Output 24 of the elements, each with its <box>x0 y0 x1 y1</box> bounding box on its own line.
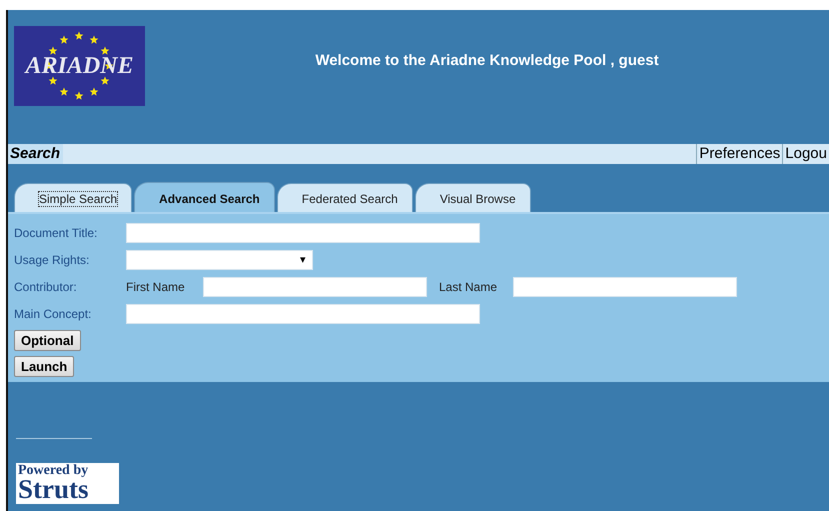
dropdown-field[interactable]: ▾ <box>126 250 313 270</box>
input-field[interactable] <box>513 276 737 296</box>
welcome-message: Welcome to the Ariadne Knowledge Pool , guest <box>314 52 660 69</box>
tab[interactable]: Federated Search <box>276 183 413 212</box>
logo-text: ARIADNE <box>25 52 134 80</box>
field-label: Document Title: <box>14 226 98 240</box>
input-field[interactable] <box>126 304 480 324</box>
form-button[interactable]: Launch <box>14 356 74 376</box>
form-button[interactable]: Optional <box>14 330 81 350</box>
logo-text: Struts <box>18 477 90 503</box>
tab[interactable]: Simple Search <box>14 183 132 212</box>
menu-link[interactable]: Logou <box>782 144 829 164</box>
field-label: Usage Rights: <box>14 252 90 266</box>
field-label: Contributor: <box>14 280 78 294</box>
field-label: Last Name <box>439 280 498 294</box>
field-label: First Name <box>126 280 186 294</box>
menu-link[interactable]: Preferences <box>696 144 782 164</box>
input-field[interactable] <box>203 276 427 296</box>
logo-text: Powered by <box>18 464 90 478</box>
tab[interactable]: Visual Browse <box>414 183 531 212</box>
field-label: Main Concept: <box>14 306 92 320</box>
section-title: Search <box>8 144 64 164</box>
tab[interactable]: Advanced Search <box>134 182 275 212</box>
input-field[interactable] <box>126 222 480 242</box>
